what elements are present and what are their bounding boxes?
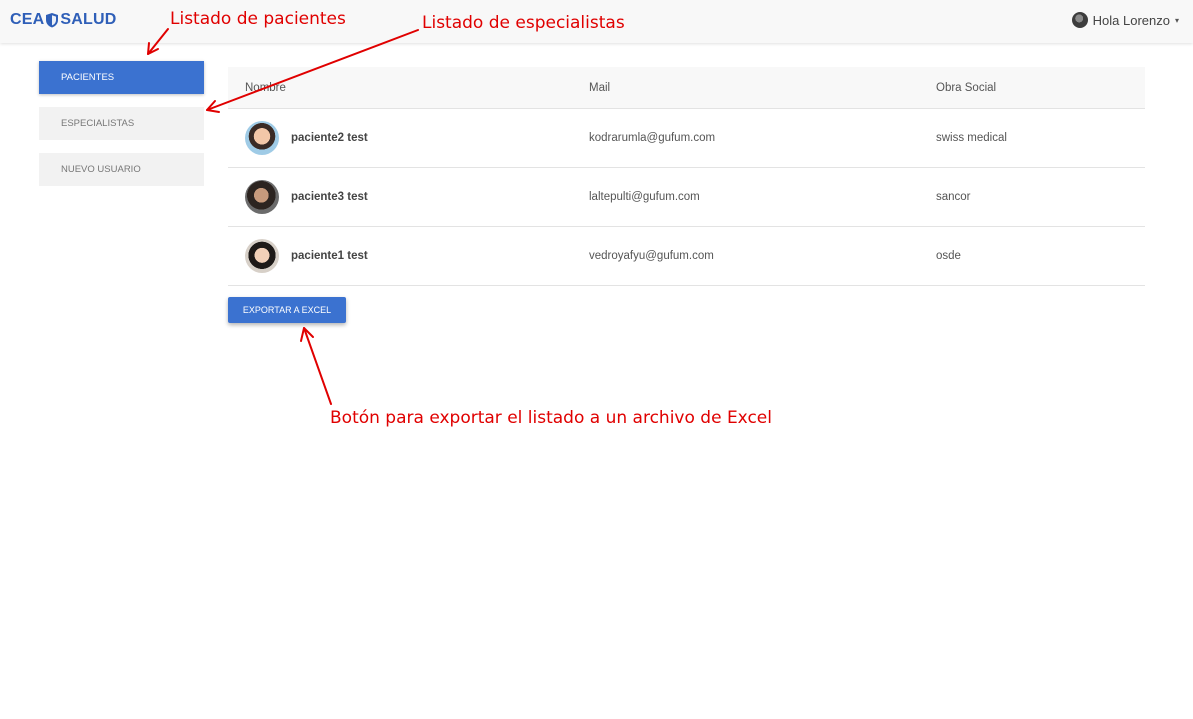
shield-icon [46, 13, 59, 28]
user-greeting: Hola Lorenzo [1092, 12, 1170, 28]
column-header-obra-social: Obra Social [936, 81, 997, 94]
sidebar-item-label: PACIENTES [61, 72, 115, 83]
user-menu[interactable]: Hola Lorenzo ▾ [1071, 12, 1179, 28]
patient-name-cell: paciente1 test [228, 239, 589, 273]
table-row[interactable]: paciente2 test kodrarumla@gufum.com swis… [228, 109, 1145, 168]
avatar [245, 180, 279, 214]
table-header: Nombre Mail Obra Social [228, 67, 1145, 109]
sidebar-item-nuevo-usuario[interactable]: NUEVO USUARIO [39, 153, 204, 186]
brand-logo[interactable]: CEA SALUD [10, 11, 117, 29]
table-row[interactable]: paciente3 test laltepulti@gufum.com sanc… [228, 168, 1145, 227]
patient-name: paciente1 test [291, 250, 368, 262]
annotation-pacientes: Listado de pacientes [170, 9, 346, 29]
patient-name: paciente2 test [291, 132, 368, 144]
sidebar-item-label: NUEVO USUARIO [61, 164, 141, 175]
patient-mail: vedroyafyu@gufum.com [589, 250, 714, 262]
sidebar: PACIENTES ESPECIALISTAS NUEVO USUARIO [39, 61, 204, 199]
column-header-nombre: Nombre [245, 81, 286, 94]
arrow-export [303, 327, 332, 405]
patient-obra-social: sancor [936, 191, 971, 203]
patient-mail: laltepulti@gufum.com [589, 191, 700, 203]
avatar [245, 239, 279, 273]
chevron-down-icon: ▾ [1174, 15, 1179, 25]
brand-text-right: SALUD [60, 11, 117, 28]
patients-table: Nombre Mail Obra Social paciente2 test k… [228, 67, 1145, 286]
patient-name: paciente3 test [291, 191, 368, 203]
column-header-mail: Mail [589, 81, 611, 94]
sidebar-item-especialistas[interactable]: ESPECIALISTAS [39, 107, 204, 140]
export-excel-button[interactable]: EXPORTAR A EXCEL [228, 297, 346, 323]
patient-obra-social: swiss medical [936, 132, 1007, 144]
patient-obra-social: osde [936, 250, 961, 262]
brand-text-left: CEA [10, 11, 45, 28]
annotation-export: Botón para exportar el listado a un arch… [330, 408, 772, 428]
sidebar-item-label: ESPECIALISTAS [61, 118, 135, 129]
patient-name-cell: paciente3 test [228, 180, 589, 214]
user-avatar [1071, 12, 1088, 28]
annotation-especialistas: Listado de especialistas [422, 13, 625, 33]
avatar [245, 121, 279, 155]
patient-name-cell: paciente2 test [228, 121, 589, 155]
patient-mail: kodrarumla@gufum.com [589, 132, 716, 144]
sidebar-item-pacientes[interactable]: PACIENTES [39, 61, 204, 94]
table-row[interactable]: paciente1 test vedroyafyu@gufum.com osde [228, 227, 1145, 286]
